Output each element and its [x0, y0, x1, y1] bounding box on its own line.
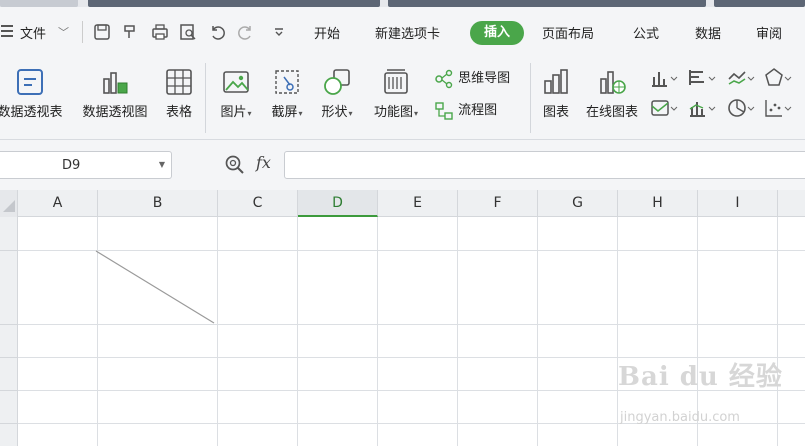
pivot-chart-icon	[103, 72, 128, 94]
tab-insert[interactable]: 插入	[470, 21, 524, 45]
column-header-f[interactable]: F	[458, 190, 538, 217]
column-header-c[interactable]: C	[218, 190, 298, 217]
row-header[interactable]	[0, 358, 18, 391]
line-chart-icon[interactable]	[727, 67, 755, 89]
row-header[interactable]	[0, 391, 18, 424]
ribbon-insert: 数据透视表 数据透视图 表格 图片▾ 截屏▾ 形状▾ 功能图▾ 思维导图 流程图…	[0, 57, 805, 140]
column-chart-icon[interactable]	[650, 67, 678, 89]
menu-bar: 文件 ﹀ 开始 新建选项卡 插入 页面布局 公式 数据 审阅	[0, 7, 805, 57]
column-header-partial[interactable]	[778, 190, 805, 217]
row-header[interactable]	[0, 424, 18, 446]
screenshot-button[interactable]: 截屏▾	[264, 67, 310, 120]
window-tab[interactable]	[714, 0, 805, 7]
flowchart-icon	[435, 101, 453, 120]
tab-formulas[interactable]: 公式	[633, 23, 659, 42]
row-header[interactable]	[0, 217, 18, 251]
redo-icon[interactable]	[236, 22, 256, 42]
divider	[530, 63, 531, 133]
mindmap-icon	[435, 69, 453, 88]
dropdown-caret-icon: ▾	[348, 109, 353, 118]
online-chart-button[interactable]: 在线图表	[580, 67, 644, 120]
area-chart-icon[interactable]	[650, 97, 678, 119]
picture-icon	[223, 71, 249, 93]
corner-triangle-icon	[3, 200, 15, 212]
window-tab[interactable]	[388, 0, 706, 7]
combo-chart-icon[interactable]	[688, 97, 716, 119]
window-tab[interactable]	[0, 0, 78, 7]
function-chart-icon	[384, 69, 408, 94]
bar-chart-icon	[544, 69, 568, 94]
column-header-e[interactable]: E	[378, 190, 458, 217]
function-chart-button[interactable]: 功能图▾	[366, 67, 426, 120]
divider	[82, 21, 83, 43]
pie-chart-icon[interactable]	[727, 97, 755, 119]
pivot-chart-button[interactable]: 数据透视图	[76, 67, 154, 120]
picture-button[interactable]: 图片▾	[214, 67, 258, 120]
screenshot-icon	[275, 70, 299, 94]
shapes-icon	[324, 69, 350, 95]
customize-toolbar-icon[interactable]	[269, 22, 289, 42]
watermark-url: jingyan.baidu.com	[620, 410, 740, 425]
name-box[interactable]: D9 ▼	[0, 151, 172, 179]
column-header-g[interactable]: G	[538, 190, 618, 217]
row-header[interactable]	[0, 251, 18, 325]
dropdown-caret-icon: ▾	[414, 109, 419, 118]
row-header-column	[0, 217, 18, 446]
print-icon[interactable]	[150, 22, 170, 42]
column-header-b[interactable]: B	[98, 190, 218, 217]
row-header[interactable]	[0, 325, 18, 358]
flowchart-button[interactable]: 流程图	[434, 99, 497, 121]
tab-new-tab[interactable]: 新建选项卡	[375, 23, 440, 42]
dropdown-caret-icon: ▾	[247, 109, 252, 118]
table-button[interactable]: 表格	[160, 67, 198, 120]
baidu-watermark: Bai du 经验	[618, 362, 783, 392]
window-tab[interactable]	[88, 0, 380, 7]
tab-home[interactable]: 开始	[314, 23, 340, 42]
undo-icon[interactable]	[207, 22, 227, 42]
pivot-table-button[interactable]: 数据透视表	[0, 67, 68, 120]
file-menu[interactable]: 文件	[20, 23, 46, 42]
zoom-search-icon[interactable]	[224, 154, 246, 176]
select-all-corner[interactable]	[0, 190, 18, 217]
tab-data[interactable]: 数据	[695, 23, 721, 42]
pivot-table-icon	[17, 69, 43, 95]
column-header-a[interactable]: A	[18, 190, 98, 217]
divider	[205, 63, 206, 133]
window-tab-strip	[0, 0, 805, 7]
bar-chart-horizontal-icon[interactable]	[688, 67, 716, 89]
column-header-d[interactable]: D	[298, 190, 378, 217]
online-chart-icon	[600, 71, 626, 94]
mindmap-button[interactable]: 思维导图	[434, 67, 510, 89]
table-icon	[166, 69, 192, 95]
hamburger-icon[interactable]	[1, 25, 13, 37]
print-preview-icon[interactable]	[178, 22, 198, 42]
format-painter-icon[interactable]	[120, 22, 140, 42]
column-header-row: A B C D E F G H I	[0, 190, 805, 217]
chevron-down-icon[interactable]: ﹀	[58, 24, 69, 40]
radar-chart-icon[interactable]	[764, 67, 792, 89]
tab-page-layout[interactable]: 页面布局	[542, 23, 594, 42]
save-icon[interactable]	[92, 22, 112, 42]
shapes-button[interactable]: 形状▾	[314, 67, 360, 120]
formula-input[interactable]	[284, 151, 805, 179]
tab-review[interactable]: 审阅	[756, 23, 782, 42]
formula-bar: D9 ▼ fx	[0, 140, 805, 190]
dropdown-caret-icon: ▾	[298, 109, 303, 118]
chevron-down-icon[interactable]: ▼	[159, 160, 165, 169]
column-header-i[interactable]: I	[698, 190, 778, 217]
fx-icon[interactable]: fx	[256, 153, 271, 172]
chart-button[interactable]: 图表	[538, 67, 574, 120]
scatter-chart-icon[interactable]	[764, 97, 792, 119]
column-header-h[interactable]: H	[618, 190, 698, 217]
name-box-value: D9	[62, 158, 81, 173]
